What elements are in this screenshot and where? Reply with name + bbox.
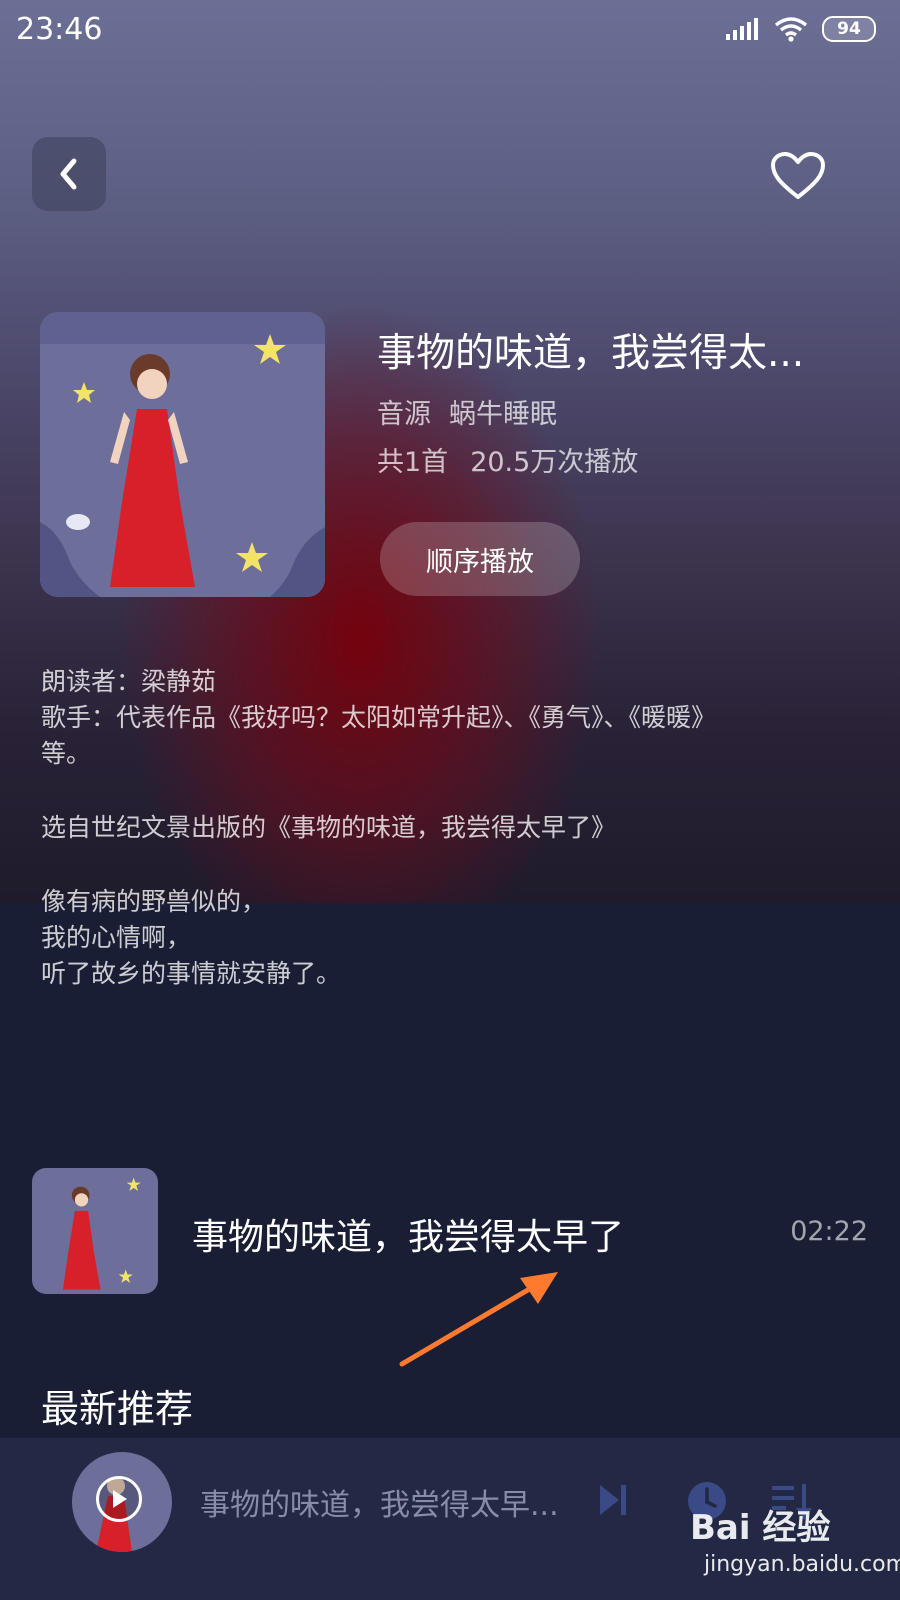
track-title: 事物的味道，我尝得太早了 [192,1217,625,1258]
description-line: 选自世纪文景出版的《事物的味道，我尝得太早了》 [41,813,617,842]
track-duration: 02:22 [790,1216,868,1247]
play-icon [113,1490,127,1508]
play-button[interactable] [96,1476,142,1522]
album-title: 事物的味道，我尝得太... [377,331,805,376]
description-line: 像有病的野兽似的， [41,887,267,916]
watermark: Bai 经验 jingyan.baidu.com [690,1500,900,1590]
play-order-button[interactable]: 顺序播放 [380,522,580,596]
description-line: 朗读者：梁静茹 [41,667,217,696]
album-cover[interactable] [40,312,325,597]
stats-row: 共1首 20.5万次播放 [377,440,638,479]
status-time: 23:46 [16,12,103,47]
track-count: 共1首 [377,447,449,478]
signal-icon [726,18,758,40]
latest-heading: 最新推荐 [41,1387,194,1431]
album-description: 朗读者：梁静茹 歌手：代表作品《我好吗？太阳如常升起》、《勇气》、《暖暖》 等。… [41,664,861,992]
description-line: 等。 [41,739,92,768]
play-count: 20.5万次播放 [470,447,639,478]
source-row: 音源 蜗牛睡眠 [377,392,557,431]
track-thumbnail [32,1168,158,1294]
album-cover-art [40,312,325,597]
next-track-icon[interactable] [598,1482,628,1518]
favorite-button[interactable] [768,148,828,204]
source-name[interactable]: 蜗牛睡眠 [449,399,557,430]
chevron-left-icon [60,158,77,190]
battery-indicator: 94 [822,16,876,42]
status-icons: 94 [726,16,876,42]
description-line: 歌手：代表作品《我好吗？太阳如常升起》、《勇气》、《暖暖》 [41,703,717,732]
annotation-arrow [399,1272,558,1367]
mini-player-cover[interactable] [72,1452,172,1552]
source-label: 音源 [377,399,431,430]
description-line: 我的心情啊， [41,923,192,952]
heart-icon [771,152,825,199]
mini-player-title: 事物的味道，我尝得太早... [200,1488,559,1523]
description-line: 听了故乡的事情就安静了。 [41,959,342,988]
status-bar: 23:46 94 [0,0,900,66]
wifi-icon [774,17,808,42]
watermark-url: jingyan.baidu.com [704,1552,900,1577]
watermark-logo: Bai 经验 [690,1508,831,1548]
back-button[interactable] [32,137,106,211]
